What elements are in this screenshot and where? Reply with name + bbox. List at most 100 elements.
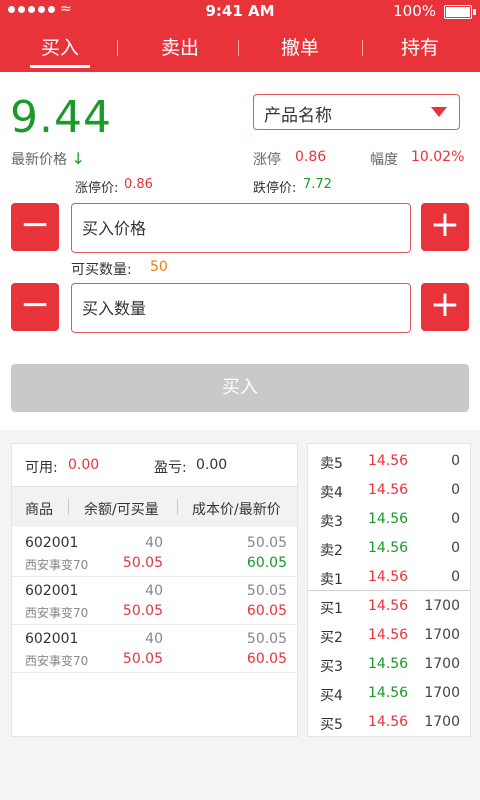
level-price: 14.56 [368, 656, 409, 672]
range-label: 幅度 [370, 152, 398, 168]
column-header: 成本价/最新价 [192, 502, 281, 518]
table-row[interactable]: 602001 西安事变70 40 50.05 50.05 60.05 [12, 528, 297, 577]
product-name: 西安事变70 [25, 558, 89, 572]
buy-price-input[interactable] [80, 204, 404, 252]
bid-row[interactable]: 买4 14.56 1700 [308, 679, 470, 708]
column-divider [177, 499, 178, 515]
column-header: 商品 [25, 502, 53, 518]
range-value: 10.02% [411, 149, 465, 165]
ask-row[interactable]: 卖4 14.56 0 [308, 476, 470, 505]
available-funds-value: 0.00 [68, 457, 100, 473]
product-select[interactable]: 产品名称 [253, 94, 460, 130]
level-volume: 1700 [424, 627, 460, 643]
level-label: 买5 [320, 717, 343, 733]
dropdown-triangle-icon [431, 107, 447, 117]
table-row[interactable]: 602001 西安事变70 40 50.05 50.05 60.05 [12, 576, 297, 625]
tab-holdings[interactable]: 持有 [360, 24, 480, 72]
latest-price-cell: 60.05 [246, 603, 287, 619]
cost-price: 50.05 [246, 535, 287, 551]
level-volume: 0 [451, 453, 460, 469]
holding-available: 50.05 [122, 651, 163, 667]
limit-down-price-label: 跌停价: [253, 181, 297, 196]
level-price: 14.56 [368, 453, 409, 469]
level-label: 买3 [320, 659, 343, 675]
level-price: 14.56 [368, 598, 409, 614]
level-volume: 1700 [424, 656, 460, 672]
level-volume: 1700 [424, 714, 460, 730]
tab-divider [117, 40, 118, 56]
order-book: 卖5 14.56 0 卖4 14.56 0 卖3 14.56 0 卖2 14.56 0 卖1 14.56 0… [307, 443, 471, 737]
plus-icon: + [429, 204, 461, 245]
battery-percent: 100% [393, 2, 436, 20]
product-code: 602001 [25, 535, 79, 551]
battery-icon [444, 5, 476, 19]
level-price: 14.56 [368, 511, 409, 527]
bid-row[interactable]: 买3 14.56 1700 [308, 650, 470, 679]
bid-row[interactable]: 买1 14.56 1700 [308, 592, 470, 621]
bid-row[interactable]: 买5 14.56 1700 [308, 708, 470, 737]
holdings-header: 商品 余额/可买量 成本价/最新价 [12, 487, 297, 527]
level-volume: 0 [451, 482, 460, 498]
tab-sell[interactable]: 卖出 [120, 24, 240, 72]
available-funds-label: 可用: [25, 460, 58, 476]
buy-qty-input[interactable] [80, 284, 404, 332]
tab-buy[interactable]: 买入 [0, 24, 120, 72]
tab-cancel[interactable]: 撤单 [240, 24, 360, 72]
holding-available: 50.05 [122, 555, 163, 571]
qty-decrease-button[interactable]: − [11, 283, 59, 331]
holding-amount: 40 [145, 583, 163, 599]
limit-up-price-value: 0.86 [124, 177, 153, 192]
level-label: 买4 [320, 688, 343, 704]
available-qty-value: 50 [150, 259, 168, 275]
ask-row[interactable]: 卖2 14.56 0 [308, 534, 470, 563]
holding-amount: 40 [145, 631, 163, 647]
ask-row[interactable]: 卖3 14.56 0 [308, 505, 470, 534]
level-label: 卖3 [320, 514, 343, 530]
latest-price-cell: 60.05 [246, 651, 287, 667]
ask-row[interactable]: 卖1 14.56 0 [308, 563, 470, 592]
buy-submit-button[interactable]: 买入 [11, 364, 469, 412]
product-name: 西安事变70 [25, 654, 89, 668]
buy-qty-field[interactable] [71, 283, 411, 333]
product-select-label: 产品名称 [264, 106, 332, 126]
cost-price: 50.05 [246, 631, 287, 647]
bid-row[interactable]: 买2 14.56 1700 [308, 621, 470, 650]
latest-price-cell: 60.05 [246, 555, 287, 571]
level-volume: 0 [451, 569, 460, 585]
product-code: 602001 [25, 631, 79, 647]
table-row[interactable]: 602001 西安事变70 40 50.05 50.05 60.05 [12, 624, 297, 673]
price-decrease-button[interactable]: − [11, 203, 59, 251]
column-divider [68, 499, 69, 515]
status-bar: ≈ 9:41 AM 100% [0, 0, 480, 24]
minus-icon: − [19, 204, 51, 245]
tab-divider [362, 40, 363, 56]
arrow-down-icon: ↓ [71, 149, 85, 168]
limit-up-label: 涨停 [253, 152, 281, 168]
limit-up-price-label: 涨停价: [75, 181, 119, 196]
level-volume: 1700 [424, 598, 460, 614]
holding-amount: 40 [145, 535, 163, 551]
limit-down-price-value: 7.72 [303, 177, 332, 192]
buy-price-field[interactable] [71, 203, 411, 253]
level-price: 14.56 [368, 685, 409, 701]
level-label: 卖2 [320, 543, 343, 559]
level-volume: 0 [451, 511, 460, 527]
level-price: 14.56 [368, 569, 409, 585]
column-header: 余额/可买量 [84, 502, 159, 518]
level-label: 卖1 [320, 572, 343, 588]
level-label: 买1 [320, 601, 343, 617]
level-label: 买2 [320, 630, 343, 646]
level-volume: 1700 [424, 685, 460, 701]
qty-increase-button[interactable]: + [421, 283, 469, 331]
ask-row[interactable]: 卖5 14.56 0 [308, 447, 470, 476]
trade-tabs: 买入 卖出 撤单 持有 [0, 24, 480, 72]
level-volume: 0 [451, 540, 460, 556]
product-name: 西安事变70 [25, 606, 89, 620]
holdings-panel: 可用: 0.00 盈亏: 0.00 商品 余额/可买量 成本价/最新价 6020… [11, 443, 298, 737]
limit-up-value: 0.86 [295, 149, 327, 165]
product-code: 602001 [25, 583, 79, 599]
order-book-divider [308, 590, 470, 591]
pnl-value: 0.00 [196, 457, 228, 473]
price-increase-button[interactable]: + [421, 203, 469, 251]
holding-available: 50.05 [122, 603, 163, 619]
